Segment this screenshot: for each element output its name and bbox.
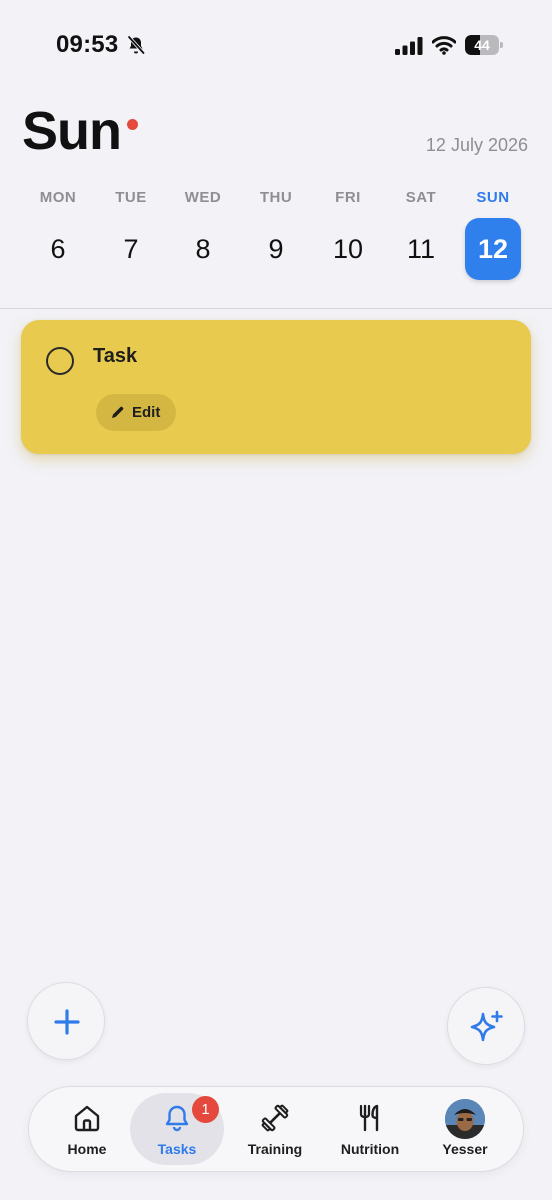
date-label: 12 July 2026 (425, 135, 528, 155)
divider (0, 308, 552, 309)
ai-assistant-button[interactable] (447, 987, 525, 1065)
day-tue[interactable]: TUE 7 (103, 185, 159, 281)
notification-badge: 1 (192, 1096, 219, 1123)
sparkles-icon (470, 1010, 503, 1042)
weekday-label: FRI (335, 189, 361, 206)
tab-label: Nutrition (340, 1141, 400, 1157)
week-strip: MON 6 TUE 7 WED 8 THU 9 FRI 10 SAT 11 SU… (22, 185, 530, 285)
edit-button[interactable]: Edit (96, 394, 176, 431)
weekday-label: SUN (476, 189, 510, 206)
edit-label: Edit (132, 404, 161, 421)
plus-icon (54, 1009, 80, 1035)
tab-label: Tasks (157, 1141, 197, 1157)
day-number: 10 (332, 234, 364, 264)
status-bar: 09:53 44 (0, 0, 552, 90)
status-time: 09:53 (56, 31, 119, 58)
task-title: Task (93, 345, 138, 367)
signal-icon (395, 37, 423, 55)
day-sun[interactable]: SUN 12 (465, 185, 521, 281)
tab-tasks[interactable]: 1 Tasks (130, 1093, 224, 1165)
tab-training[interactable]: Training (228, 1093, 322, 1165)
fork-knife-icon (359, 1104, 379, 1132)
task-card[interactable]: Task Edit (21, 320, 531, 454)
battery-percent: 44 (474, 37, 490, 53)
weekday-label: SAT (405, 189, 437, 206)
weekday-label: MON (39, 189, 77, 206)
weekday-label: TUE (115, 189, 147, 206)
day-number: 6 (50, 234, 66, 264)
day-fri[interactable]: FRI 10 (320, 185, 376, 281)
tab-label: Yesser (442, 1141, 488, 1157)
tab-nutrition[interactable]: Nutrition (323, 1093, 417, 1165)
wifi-icon (432, 36, 456, 55)
day-number: 8 (195, 234, 211, 264)
bell-icon (165, 1105, 189, 1132)
day-mon[interactable]: MON 6 (30, 185, 86, 281)
weekday-label: WED (184, 189, 222, 206)
task-checkbox[interactable] (46, 347, 74, 375)
day-number: 9 (268, 234, 284, 264)
bell-off-icon (127, 35, 145, 55)
tab-bar: Home 1 Tasks Training Nutrition Yesser (28, 1086, 524, 1172)
day-number: 7 (123, 234, 139, 264)
tab-profile[interactable]: Yesser (418, 1093, 512, 1165)
weekday-label: THU (259, 189, 293, 206)
day-wed[interactable]: WED 8 (175, 185, 231, 281)
tab-home[interactable]: Home (40, 1093, 134, 1165)
today-dot (127, 119, 138, 130)
battery-indicator: 44 (465, 35, 503, 55)
page-title: Sun (22, 101, 122, 161)
day-number-selected: 12 (465, 218, 521, 280)
pencil-icon (112, 406, 124, 418)
tab-label: Training (247, 1141, 303, 1157)
home-icon (74, 1105, 100, 1132)
tab-label: Home (67, 1141, 107, 1157)
day-sat[interactable]: SAT 11 (393, 185, 449, 281)
day-thu[interactable]: THU 9 (248, 185, 304, 281)
day-number: 11 (406, 234, 436, 264)
add-task-button[interactable] (27, 982, 105, 1060)
dumbbell-icon (261, 1104, 289, 1132)
avatar (445, 1099, 485, 1139)
